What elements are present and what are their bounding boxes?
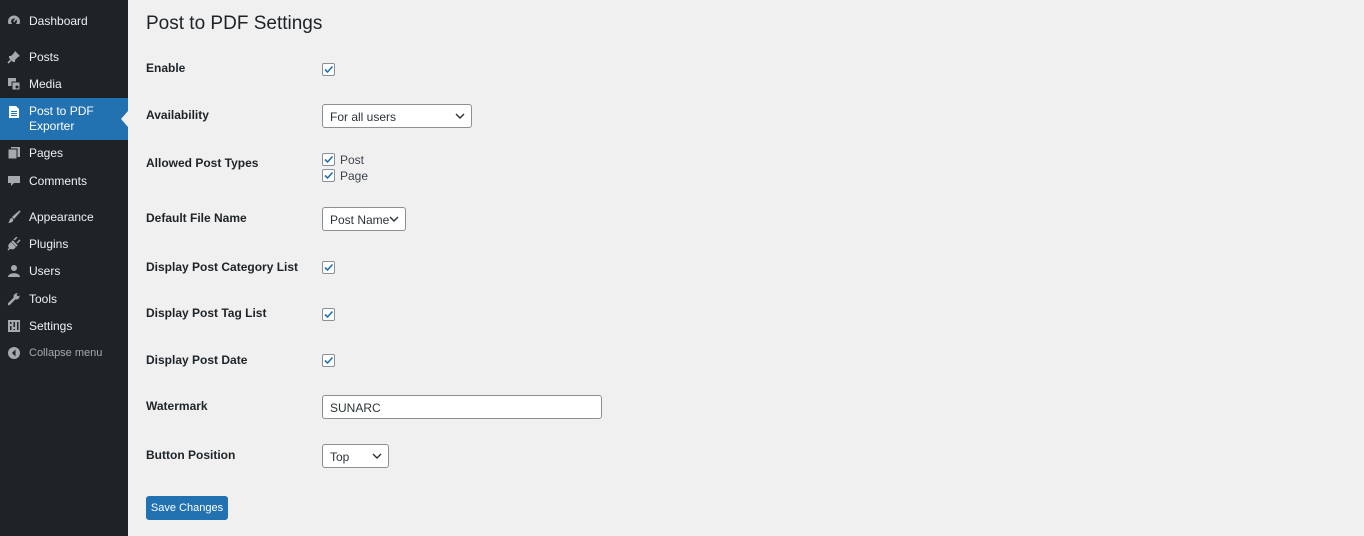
sidebar-item-label: Comments	[29, 174, 88, 188]
sidebar-item-label: Appearance	[29, 210, 94, 224]
chevron-down-icon	[455, 112, 465, 120]
button-position-value: Top	[330, 450, 350, 464]
sidebar-item-post-to-pdf-exporter[interactable]: Post to PDF Exporter	[0, 98, 128, 140]
allowed-post-types-label: Allowed Post Types	[146, 156, 259, 170]
display-post-tag-list-checkbox[interactable]	[322, 308, 335, 321]
button-position-select[interactable]: Top	[322, 444, 389, 468]
default-file-name-label: Default File Name	[146, 211, 247, 225]
chevron-down-icon	[372, 452, 382, 460]
checkmark-icon	[324, 356, 334, 365]
sidebar-item-label: Collapse menu	[29, 347, 103, 359]
display-post-category-list-checkbox[interactable]	[322, 261, 335, 274]
display-post-date-label: Display Post Date	[146, 353, 248, 367]
plugin-icon	[7, 237, 21, 251]
collapse-menu-button[interactable]: Collapse menu	[0, 345, 128, 363]
sidebar-item-label: Post to PDF Exporter	[29, 104, 94, 133]
sidebar-item-label: Users	[29, 264, 61, 278]
brush-icon	[7, 210, 21, 224]
sidebar-item-label: Settings	[29, 319, 73, 333]
collapse-icon	[7, 346, 21, 360]
sidebar-item-comments[interactable]: Comments	[0, 173, 128, 191]
dashboard-icon	[7, 14, 21, 28]
sidebar-item-media[interactable]: Media	[0, 76, 128, 94]
pin-icon	[7, 50, 21, 64]
sidebar-item-dashboard[interactable]: Dashboard	[0, 13, 128, 31]
availability-value: For all users	[330, 110, 397, 124]
checkmark-icon	[324, 155, 334, 164]
settings-icon	[7, 319, 21, 333]
availability-select[interactable]: For all users	[322, 104, 472, 128]
button-position-label: Button Position	[146, 448, 236, 462]
sidebar-item-posts[interactable]: Posts	[0, 49, 128, 67]
checkmark-icon	[324, 171, 334, 180]
sidebar-item-plugins[interactable]: Plugins	[0, 236, 128, 254]
watermark-input[interactable]: SUNARC	[322, 395, 602, 419]
sidebar-item-users[interactable]: Users	[0, 263, 128, 281]
checkmark-icon	[324, 65, 334, 74]
admin-sidebar: Dashboard Posts Media Post to PDF Export…	[0, 0, 128, 536]
checkmark-icon	[324, 263, 334, 272]
checkmark-icon	[324, 310, 334, 319]
sidebar-item-tools[interactable]: Tools	[0, 291, 128, 309]
sidebar-item-appearance[interactable]: Appearance	[0, 209, 128, 227]
document-icon	[7, 105, 21, 119]
watermark-label: Watermark	[146, 399, 208, 413]
display-post-category-list-label: Display Post Category List	[146, 260, 299, 274]
display-post-tag-list-label: Display Post Tag List	[146, 306, 267, 320]
sidebar-item-label: Pages	[29, 146, 64, 160]
post-type-post-label: Post	[340, 153, 365, 167]
sidebar-item-settings[interactable]: Settings	[0, 318, 128, 336]
sidebar-item-label: Tools	[29, 292, 58, 306]
sidebar-item-label: Plugins	[29, 237, 69, 251]
post-type-post-checkbox[interactable]	[322, 153, 335, 166]
user-icon	[7, 264, 21, 278]
page-title: Post to PDF Settings	[146, 13, 323, 34]
availability-label: Availability	[146, 108, 209, 122]
sidebar-item-label: Media	[29, 77, 62, 91]
sidebar-item-label: Posts	[29, 50, 60, 64]
post-type-page-label: Page	[340, 169, 369, 183]
sidebar-item-pages[interactable]: Pages	[0, 145, 128, 163]
pages-icon	[7, 146, 21, 160]
enable-label: Enable	[146, 61, 186, 75]
chevron-down-icon	[389, 215, 399, 223]
media-icon	[7, 77, 21, 91]
save-changes-button[interactable]: Save Changes	[146, 496, 228, 520]
watermark-value: SUNARC	[330, 401, 381, 415]
sidebar-item-label: Dashboard	[29, 14, 88, 28]
display-post-date-checkbox[interactable]	[322, 354, 335, 367]
default-file-name-select[interactable]: Post Name	[322, 207, 406, 231]
comment-icon	[7, 174, 21, 188]
wrench-icon	[7, 292, 21, 306]
enable-checkbox[interactable]	[322, 63, 335, 76]
post-type-page-checkbox[interactable]	[322, 169, 335, 182]
default-file-name-value: Post Name	[330, 213, 390, 227]
